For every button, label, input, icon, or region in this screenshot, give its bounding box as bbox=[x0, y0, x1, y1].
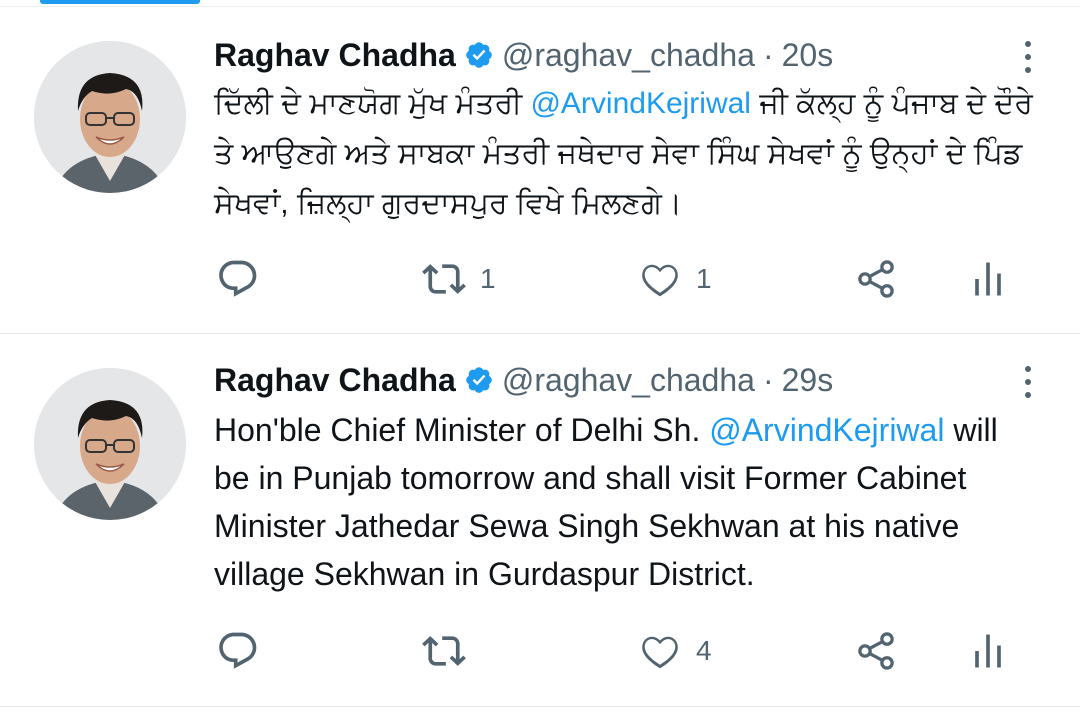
verified-badge-icon bbox=[466, 42, 492, 68]
tweet-text: Hon'ble Chief Minister of Delhi Sh. @Arv… bbox=[214, 406, 1040, 598]
retweet-count: 1 bbox=[480, 263, 496, 294]
share-button[interactable] bbox=[854, 626, 898, 676]
more-vertical-icon[interactable] bbox=[1016, 37, 1040, 77]
separator-dot: · bbox=[762, 36, 774, 73]
tweet-text: ਦਿੱਲੀ ਦੇ ਮਾਣਯੋਗ ਮੁੱਖ ਮੰਤਰੀ @ArvindKejriw… bbox=[214, 79, 1040, 229]
reply-icon bbox=[219, 632, 257, 669]
retweet-button[interactable] bbox=[422, 626, 480, 676]
retweet-icon bbox=[422, 636, 466, 666]
tweet-actions: 1 1 bbox=[214, 254, 1020, 304]
like-count: 1 bbox=[696, 263, 712, 294]
heart-icon bbox=[642, 264, 678, 297]
reply-icon bbox=[219, 260, 257, 297]
more-vertical-icon[interactable] bbox=[1016, 362, 1040, 402]
share-icon bbox=[858, 632, 894, 670]
active-tab-indicator bbox=[40, 0, 200, 4]
mention-link[interactable]: @ArvindKejriwal bbox=[530, 87, 751, 120]
tweet-text-part: ਦਿੱਲੀ ਦੇ ਮਾਣਯੋਗ ਮੁੱਖ ਮੰਤਰੀ bbox=[214, 87, 531, 120]
author-handle[interactable]: @raghav_chadha bbox=[502, 37, 755, 74]
avatar[interactable] bbox=[34, 368, 186, 520]
tweet-actions: 4 bbox=[214, 626, 1020, 676]
analytics-button[interactable] bbox=[966, 626, 1010, 676]
tweet-text-part: Hon'ble Chief Minister of Delhi Sh. bbox=[214, 412, 710, 448]
reply-button[interactable] bbox=[216, 254, 274, 304]
author-name[interactable]: Raghav Chadha bbox=[214, 362, 456, 399]
top-bar bbox=[0, 0, 1080, 7]
heart-icon bbox=[642, 636, 678, 669]
like-count: 4 bbox=[696, 635, 712, 666]
separator-dot: · bbox=[762, 361, 774, 398]
author-handle[interactable]: @raghav_chadha bbox=[502, 362, 755, 399]
tweet-header: Raghav Chadha @raghav_chadha · 20s bbox=[214, 33, 1020, 77]
analytics-icon bbox=[975, 634, 1001, 668]
author-name[interactable]: Raghav Chadha bbox=[214, 37, 456, 74]
tweet-header: Raghav Chadha @raghav_chadha · 29s bbox=[214, 358, 1020, 402]
reply-button[interactable] bbox=[216, 626, 274, 676]
timestamp[interactable]: 20s bbox=[782, 37, 834, 74]
share-icon bbox=[858, 260, 894, 298]
timestamp[interactable]: 29s bbox=[782, 362, 834, 399]
share-button[interactable] bbox=[854, 254, 898, 304]
retweet-button[interactable]: 1 bbox=[422, 254, 496, 304]
retweet-icon bbox=[422, 264, 466, 294]
tweet[interactable]: Raghav Chadha @raghav_chadha · 29s Hon'b… bbox=[0, 334, 1080, 707]
verified-badge-icon bbox=[466, 367, 492, 393]
like-button[interactable]: 4 bbox=[638, 626, 712, 676]
mention-link[interactable]: @ArvindKejriwal bbox=[709, 412, 944, 448]
analytics-icon bbox=[975, 262, 1001, 296]
analytics-button[interactable] bbox=[966, 254, 1010, 304]
like-button[interactable]: 1 bbox=[638, 254, 712, 304]
avatar[interactable] bbox=[34, 41, 186, 193]
tweet[interactable]: Raghav Chadha @raghav_chadha · 20s ਦਿੱਲੀ… bbox=[0, 7, 1080, 334]
